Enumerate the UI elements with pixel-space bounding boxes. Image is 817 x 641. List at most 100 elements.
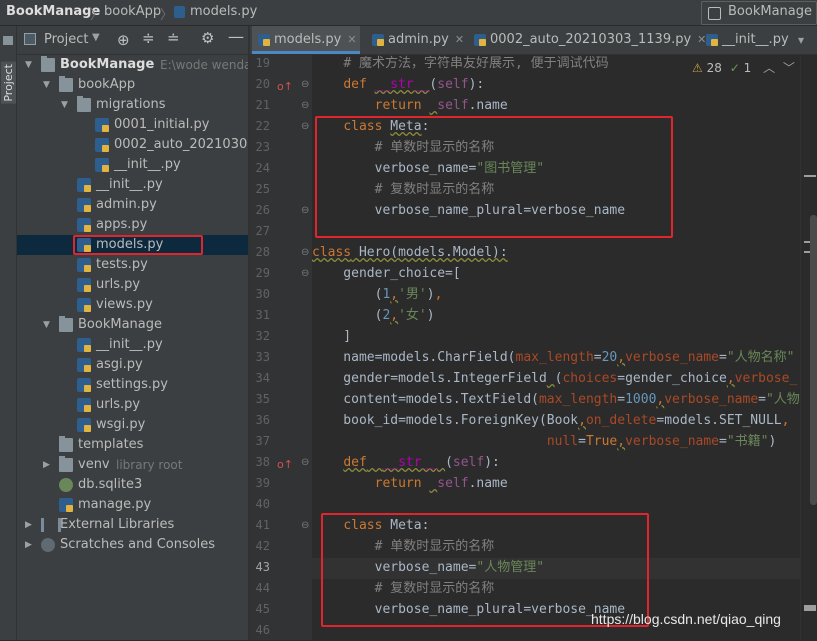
fold-marker-icon[interactable]: ⊖ [301,268,309,279]
line-number: 45 [255,602,270,616]
error-stripe-marker[interactable] [804,175,816,177]
tree-item[interactable]: __init__.py [17,155,248,175]
collapse-arrow-icon[interactable]: ▶ [25,515,32,535]
tree-item[interactable]: __init__.py [17,335,248,355]
chevron-down-icon[interactable]: ﹀ [783,61,795,75]
tree-item[interactable]: admin.py [17,195,248,215]
tree-item[interactable]: ▼ BookManage E:\wode wendang [17,55,248,75]
run-configuration-selector[interactable]: BookManage [701,1,817,25]
code-line: def __str__ (self): [343,455,500,470]
fold-marker-icon[interactable]: ⊖ [301,457,309,468]
tree-item[interactable]: templates [17,435,248,455]
close-icon[interactable]: ✕ [347,33,356,46]
override-marker-icon[interactable]: o↑ [277,458,293,471]
breadcrumb-file[interactable]: models.py [190,4,257,19]
annotation-box [73,235,203,255]
tree-item-label: settings.py [96,377,168,392]
tree-item[interactable]: asgi.py [17,355,248,375]
editor-scrollbar[interactable] [800,55,817,640]
tab-overflow-icon[interactable]: ▾ [798,33,804,47]
line-number: 28 [255,245,270,259]
line-number: 22 [255,119,270,133]
tree-item-note: library root [116,458,183,472]
expand-arrow-icon[interactable]: ▼ [25,55,32,75]
code-editor[interactable]: # 魔术方法，字符串友好展示, 便于调试代码 def __str__(self)… [312,55,800,640]
tree-item[interactable]: settings.py [17,375,248,395]
tab-admin-py[interactable]: admin.py ✕ [366,26,484,54]
tree-item[interactable]: urls.py [17,395,248,415]
check-icon: ✓ [729,61,740,75]
tree-item[interactable]: ▶ Scratches and Consoles [17,535,248,555]
fold-marker-icon[interactable]: ⊖ [301,79,309,90]
tree-item[interactable]: 0001_initial.py [17,115,248,135]
annotation-box [321,513,649,627]
tab-label: 0002_auto_20210303_1139.py [490,32,692,47]
code-line: gender_choice=[ [312,266,461,281]
project-tree: ▼ BookManage E:\wode wendang ▼ bookApp ▼ migra… [17,55,248,640]
tree-item[interactable]: views.py [17,295,248,315]
tab-label: models.py [274,32,342,47]
fold-marker-icon[interactable]: ⊖ [301,247,309,258]
line-number: 40 [255,497,270,511]
fold-marker-icon[interactable]: ⊖ [301,205,309,216]
chevron-down-icon[interactable]: ▼ [92,32,100,43]
tab-migration-py[interactable]: 0002_auto_20210303_1139.py ✕ [468,26,716,54]
tree-item-label: templates [78,437,144,452]
expand-arrow-icon[interactable]: ▼ [61,95,68,115]
fold-marker-icon[interactable]: ⊖ [301,520,309,531]
fold-marker-icon[interactable]: ⊖ [301,121,309,132]
tab-label: admin.py [388,32,449,47]
run-configuration-label: BookManage [728,4,812,19]
tree-item[interactable]: wsgi.py [17,415,248,435]
expand-arrow-icon[interactable]: ▼ [43,315,50,335]
collapse-arrow-icon[interactable]: ▶ [25,535,32,555]
tree-item-label: __init__.py [96,337,163,352]
tree-item[interactable]: ▶ venv library root [17,455,248,475]
tree-item[interactable]: tests.py [17,255,248,275]
tree-item[interactable]: db.sqlite3 [17,475,248,495]
breadcrumb-project[interactable]: BookManage [6,4,100,19]
project-tool-tab[interactable]: Project [1,62,16,104]
library-icon [41,518,61,532]
scrollbar-thumb[interactable] [810,215,817,505]
error-stripe-marker[interactable] [804,605,816,611]
tree-item[interactable]: models.py [17,235,248,255]
tab-models-py[interactable]: models.py ✕ [252,26,360,54]
close-icon[interactable]: ✕ [455,33,464,46]
tree-item[interactable]: apps.py [17,215,248,235]
collapse-arrow-icon[interactable]: ▶ [43,455,50,475]
warning-count: 28 [706,61,722,75]
inspection-widget[interactable]: ⚠ 28 ✓ 1 ︿ ﹀ [692,59,795,76]
tree-item-label: db.sqlite3 [78,477,143,492]
code-line: def __str__(self): [343,77,485,92]
override-marker-icon[interactable]: o↑ [277,80,293,93]
gear-icon[interactable]: ⚙ [201,29,214,47]
folder-icon [41,56,55,72]
locate-file-icon[interactable]: ⊕ [117,31,130,49]
folder-icon [59,436,73,452]
watermark: https://blog.csdn.net/qiao_qing [591,611,781,627]
expand-arrow-icon[interactable]: ▼ [43,75,50,95]
expand-all-icon[interactable]: ≑ [142,29,155,47]
tab-init-py[interactable]: __init__.py [700,26,814,54]
breadcrumb-folder[interactable]: bookApp [104,4,161,19]
tree-item[interactable]: urls.py [17,275,248,295]
fold-marker-icon[interactable]: ⊖ [301,100,309,111]
tree-item[interactable]: ▼ migrations [17,95,248,115]
tree-item[interactable]: ▶ External Libraries [17,515,248,535]
tree-item-label: BookManage [60,57,155,72]
python-file-icon [77,398,91,412]
project-view-label[interactable]: Project [44,32,88,47]
tree-item-label: 0001_initial.py [114,117,210,132]
tree-item[interactable]: ▼ BookManage [17,315,248,335]
tree-item-label: __init__.py [114,157,181,172]
tree-item[interactable]: ▼ bookApp [17,75,248,95]
collapse-all-icon[interactable]: ≐ [167,29,180,47]
tree-item[interactable]: manage.py [17,495,248,515]
weak-warning-count: 1 [743,61,752,75]
chevron-up-icon[interactable]: ︿ [763,61,775,75]
folder-icon [59,76,73,92]
tree-item[interactable]: __init__.py [17,175,248,195]
tree-item[interactable]: 0002_auto_20210303_1 [17,135,248,155]
hide-panel-icon[interactable]: — [228,27,244,46]
